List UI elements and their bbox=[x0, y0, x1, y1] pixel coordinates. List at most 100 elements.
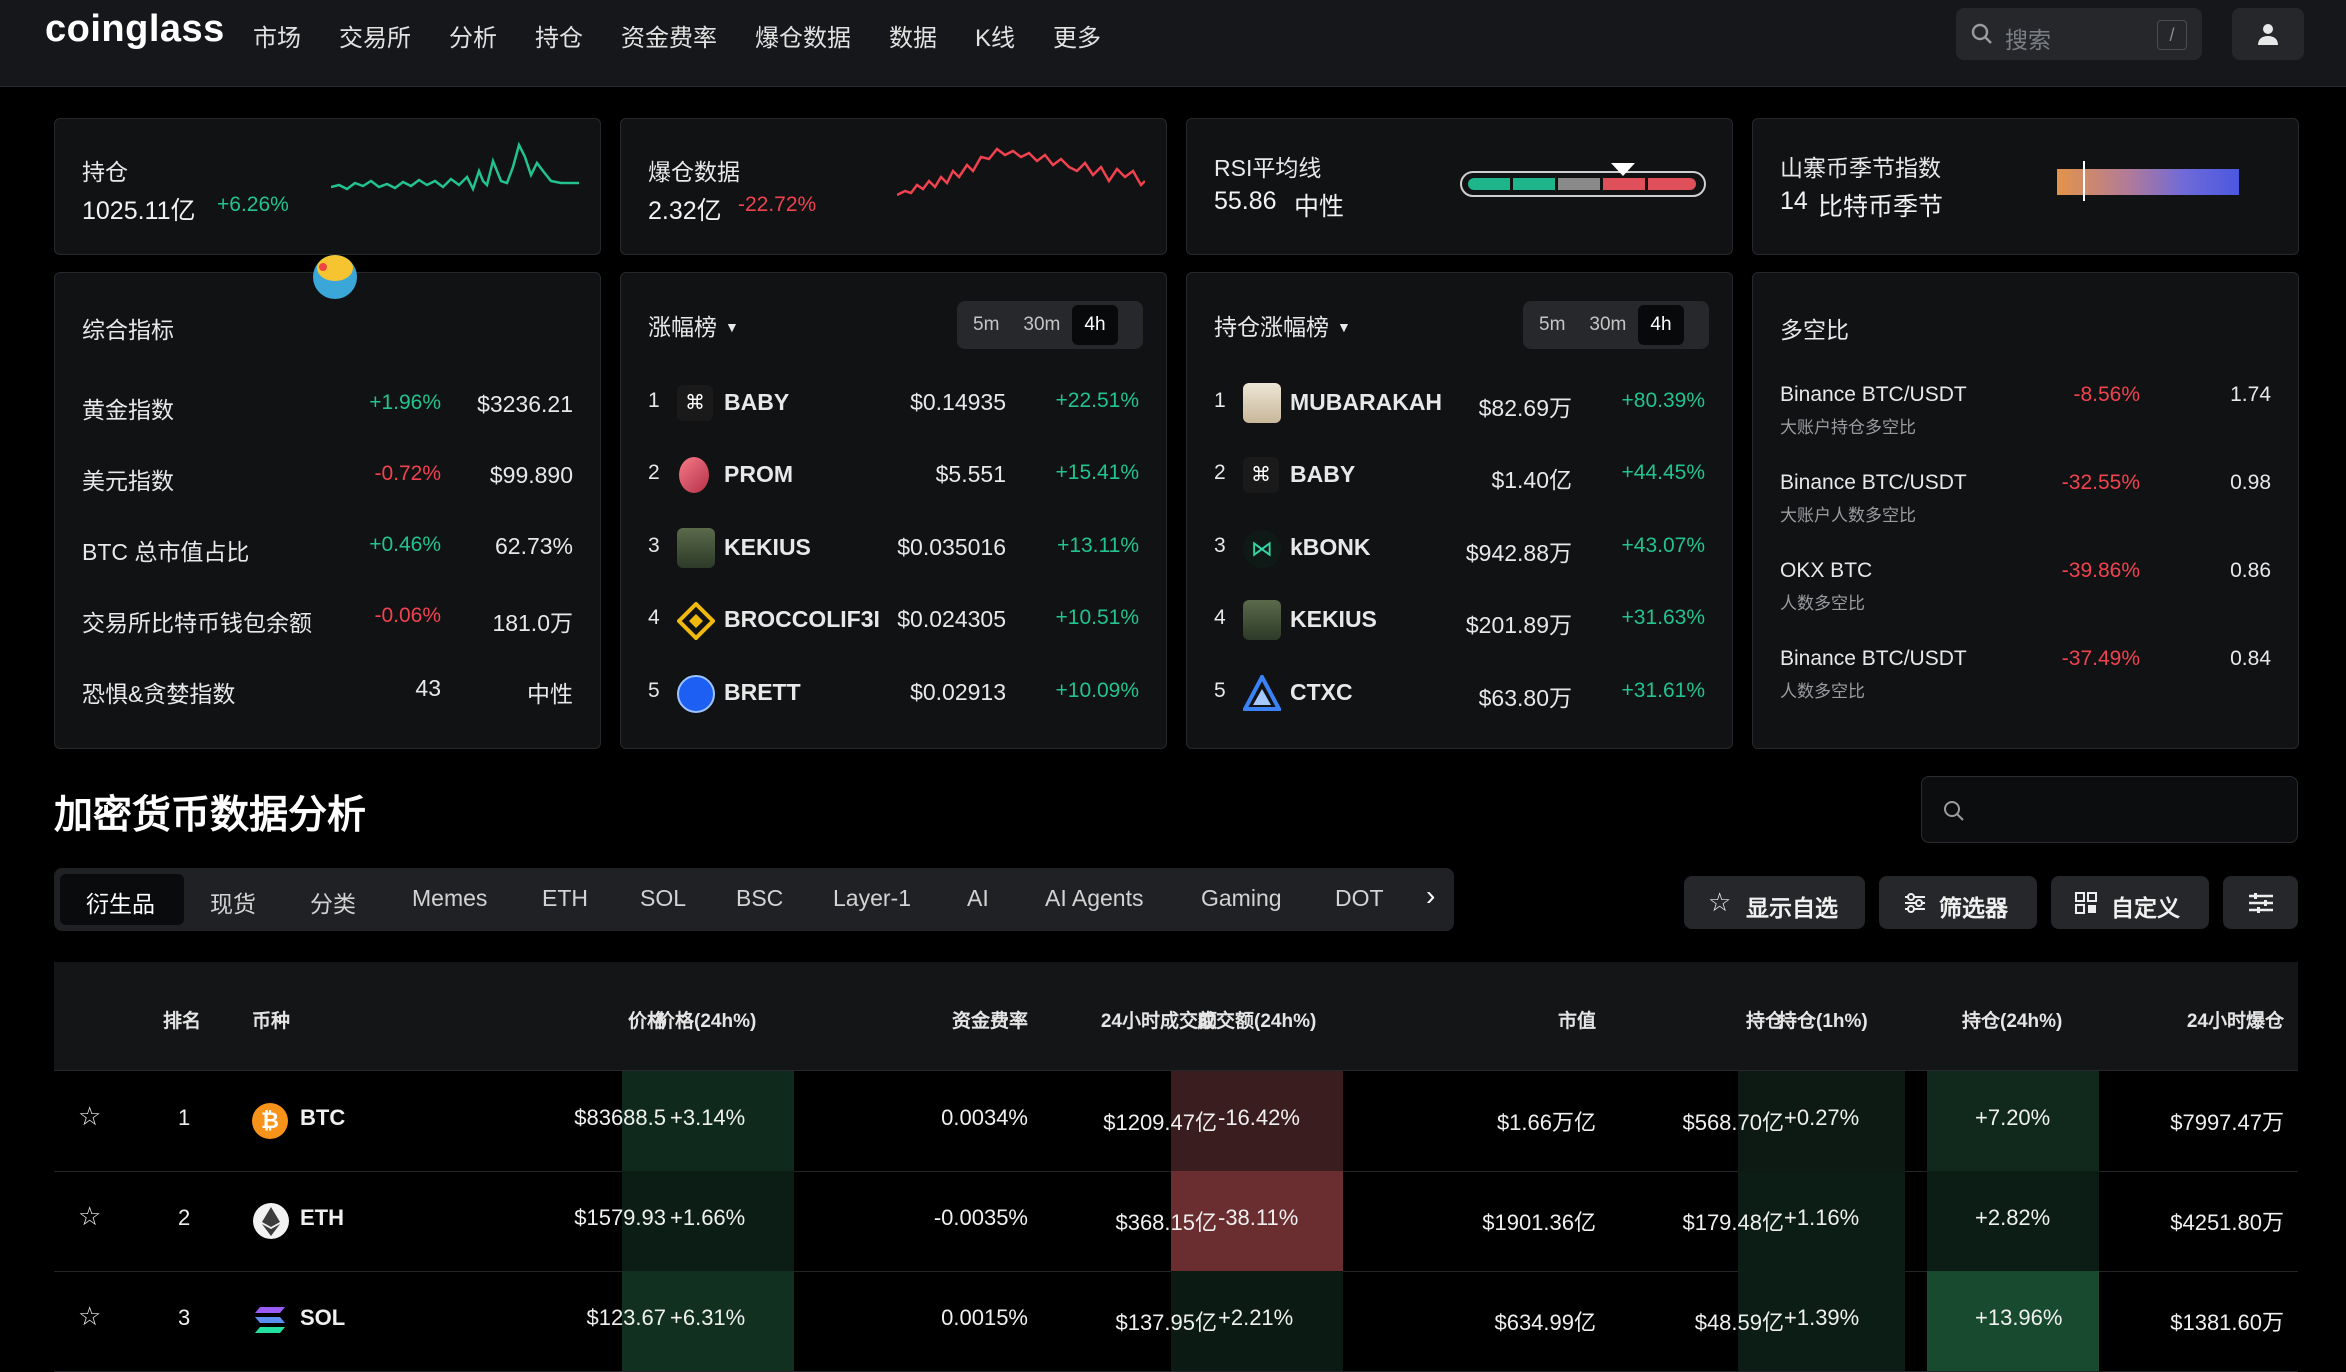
table-row[interactable]: ☆ 1 ₿ BTC $83688.5 +3.14% 0.0034% $1209.… bbox=[54, 1071, 2298, 1172]
menu-data[interactable]: 数据 bbox=[889, 18, 937, 53]
table-row[interactable]: ☆ 3 SOL $123.67 +6.31% 0.0015% $137.95亿 … bbox=[54, 1271, 2298, 1372]
menu-more[interactable]: 更多 bbox=[1053, 18, 1101, 53]
menu-exchanges[interactable]: 交易所 bbox=[339, 18, 411, 53]
card-title: 山寨币季节指数 bbox=[1780, 155, 1941, 181]
table-header: 排名 币种 价格 价格(24h%) 资金费率 24小时成交额 成交额(24h%)… bbox=[54, 962, 2298, 1071]
gainers-title-dropdown[interactable]: 涨幅榜 ▼ bbox=[648, 308, 739, 342]
composite-row[interactable]: BTC 总市值占比 +0.46% 62.73% bbox=[55, 533, 600, 573]
table-row[interactable]: ☆ 2 ETH $1579.93 +1.66% -0.0035% $368.15… bbox=[54, 1171, 2298, 1272]
card-rsi[interactable]: RSI平均线 55.86 中性 bbox=[1186, 118, 1733, 255]
list-item[interactable]: 2 PROM $5.551 +15.41% bbox=[621, 457, 1166, 501]
composite-row[interactable]: 黄金指数 +1.96% $3236.21 bbox=[55, 391, 600, 431]
card-composite: 综合指标 黄金指数 +1.96% $3236.21 美元指数 -0.72% $9… bbox=[54, 255, 601, 749]
tab-category[interactable]: 分类 bbox=[310, 885, 356, 919]
oi-gainers-title-dropdown[interactable]: 持仓涨幅榜 ▼ bbox=[1214, 308, 1351, 342]
star-icon[interactable]: ☆ bbox=[78, 1201, 101, 1232]
search-shortcut: / bbox=[2157, 20, 2187, 50]
col-funding[interactable]: 资金费率 bbox=[952, 1006, 1028, 1033]
tab-ai[interactable]: AI bbox=[967, 885, 989, 912]
menu-funding-rate[interactable]: 资金费率 bbox=[621, 18, 717, 53]
list-item[interactable]: Binance BTC/USDT 大账户人数多空比 -32.55% 0.98 bbox=[1753, 471, 2298, 531]
composite-row[interactable]: 恐惧&贪婪指数 43 中性 bbox=[55, 675, 600, 715]
period-4h[interactable]: 4h bbox=[1638, 305, 1684, 345]
tab-bsc[interactable]: BSC bbox=[736, 885, 783, 912]
list-item[interactable]: 3 KEKIUS $0.035016 +13.11% bbox=[621, 528, 1166, 574]
btc-coin-icon: ₿ bbox=[252, 1103, 288, 1139]
composite-row[interactable]: 交易所比特币钱包余额 -0.06% 181.0万 bbox=[55, 604, 600, 644]
col-market-cap[interactable]: 市值 bbox=[1558, 1006, 1596, 1033]
sliders-icon bbox=[2249, 893, 2273, 913]
card-value: 14 bbox=[1780, 187, 1808, 215]
card-change: -22.72% bbox=[738, 193, 817, 216]
baby-coin-icon: ⌘ bbox=[677, 385, 713, 421]
tab-sol[interactable]: SOL bbox=[640, 885, 686, 912]
col-oi-24h[interactable]: 持仓(24h%) bbox=[1962, 1006, 2062, 1033]
list-item[interactable]: 3 ⋈ kBONK $942.88万 +43.07% bbox=[1187, 530, 1732, 574]
star-icon[interactable]: ☆ bbox=[78, 1101, 101, 1132]
search-icon bbox=[1971, 23, 1992, 44]
list-item[interactable]: OKX BTC 人数多空比 -39.86% 0.86 bbox=[1753, 559, 2298, 619]
menu-kline[interactable]: K线 bbox=[975, 18, 1015, 53]
period-30m[interactable]: 30m bbox=[1577, 305, 1638, 345]
col-coin[interactable]: 币种 bbox=[252, 1006, 290, 1033]
liquidation-sparkline bbox=[897, 147, 1145, 197]
card-title: 综合指标 bbox=[82, 317, 174, 343]
tab-ai-agents[interactable]: AI Agents bbox=[1045, 885, 1143, 912]
composite-row[interactable]: 美元指数 -0.72% $99.890 bbox=[55, 462, 600, 502]
star-icon[interactable]: ☆ bbox=[78, 1301, 101, 1332]
filter-button[interactable]: 筛选器 bbox=[1879, 876, 2037, 929]
star-icon: ☆ bbox=[1708, 887, 1732, 917]
list-item[interactable]: Binance BTC/USDT 人数多空比 -37.49% 0.84 bbox=[1753, 647, 2298, 707]
col-oi-1h[interactable]: 持仓(1h%) bbox=[1778, 1006, 1868, 1033]
table-search-input[interactable] bbox=[1921, 776, 2298, 843]
prom-coin-icon bbox=[679, 457, 709, 493]
user-button[interactable] bbox=[2232, 8, 2304, 60]
card-title: RSI平均线 bbox=[1214, 155, 1322, 181]
watchlist-button[interactable]: ☆ 显示自选 bbox=[1684, 876, 1865, 929]
list-item[interactable]: 2 ⌘ BABY $1.40亿 +44.45% bbox=[1187, 457, 1732, 501]
gainers-period-toggle: 5m 30m 4h bbox=[957, 301, 1143, 349]
tab-eth[interactable]: ETH bbox=[542, 885, 588, 912]
col-rank[interactable]: 排名 bbox=[163, 1006, 201, 1033]
list-item[interactable]: 4 BROCCOLIF3I $0.024305 +10.51% bbox=[621, 602, 1166, 646]
oi-gainers-period-toggle: 5m 30m 4h bbox=[1523, 301, 1709, 349]
settings-button[interactable] bbox=[2223, 876, 2298, 929]
col-price-change[interactable]: 价格(24h%) bbox=[656, 1006, 756, 1033]
menu-analysis[interactable]: 分析 bbox=[449, 18, 497, 53]
list-item[interactable]: 1 ⌘ BABY $0.14935 +22.51% bbox=[621, 385, 1166, 429]
list-item[interactable]: 1 MUBARAKAH $82.69万 +80.39% bbox=[1187, 383, 1732, 429]
list-item[interactable]: 4 KEKIUS $201.89万 +31.63% bbox=[1187, 600, 1732, 646]
search-box[interactable]: 搜索 / bbox=[1956, 8, 2202, 60]
card-altseason[interactable]: 山寨币季节指数 14 比特币季节 bbox=[1752, 118, 2299, 255]
list-item[interactable]: 5 BRETT $0.02913 +10.09% bbox=[621, 675, 1166, 719]
period-5m[interactable]: 5m bbox=[961, 305, 1011, 345]
chevron-right-icon[interactable]: › bbox=[1426, 880, 1435, 912]
card-open-interest[interactable]: 持仓 1025.11亿 +6.26% bbox=[54, 118, 601, 255]
customize-button[interactable]: 自定义 bbox=[2051, 876, 2209, 929]
tab-dot[interactable]: DOT bbox=[1335, 885, 1384, 912]
menu-liquidations[interactable]: 爆仓数据 bbox=[755, 18, 851, 53]
menu-market[interactable]: 市场 bbox=[253, 18, 301, 53]
tab-spot[interactable]: 现货 bbox=[210, 885, 256, 919]
col-liquidation[interactable]: 24小时爆仓 bbox=[2187, 1006, 2284, 1033]
list-item[interactable]: 5 CTXC $63.80万 +31.61% bbox=[1187, 675, 1732, 719]
period-30m[interactable]: 30m bbox=[1011, 305, 1072, 345]
mascot-icon bbox=[313, 255, 357, 299]
card-title: 多空比 bbox=[1780, 317, 1849, 343]
period-4h[interactable]: 4h bbox=[1072, 305, 1118, 345]
logo[interactable]: coinglass bbox=[45, 8, 225, 51]
tab-layer1[interactable]: Layer-1 bbox=[833, 885, 911, 912]
kekius-coin-icon bbox=[1243, 600, 1281, 640]
rsi-marker-icon bbox=[1611, 163, 1635, 176]
card-value: 2.32亿 bbox=[648, 197, 722, 225]
menu-open-interest[interactable]: 持仓 bbox=[535, 18, 583, 53]
caret-down-icon: ▼ bbox=[1337, 319, 1351, 335]
tab-gaming[interactable]: Gaming bbox=[1201, 885, 1282, 912]
tab-memes[interactable]: Memes bbox=[412, 885, 487, 912]
card-title: 爆仓数据 bbox=[648, 159, 740, 185]
col-volume-change[interactable]: 成交额(24h%) bbox=[1197, 1006, 1316, 1033]
tab-derivatives[interactable]: 衍生品 bbox=[86, 885, 155, 919]
list-item[interactable]: Binance BTC/USDT 大账户持仓多空比 -8.56% 1.74 bbox=[1753, 383, 2298, 443]
card-liquidations[interactable]: 爆仓数据 2.32亿 -22.72% bbox=[620, 118, 1167, 255]
period-5m[interactable]: 5m bbox=[1527, 305, 1577, 345]
